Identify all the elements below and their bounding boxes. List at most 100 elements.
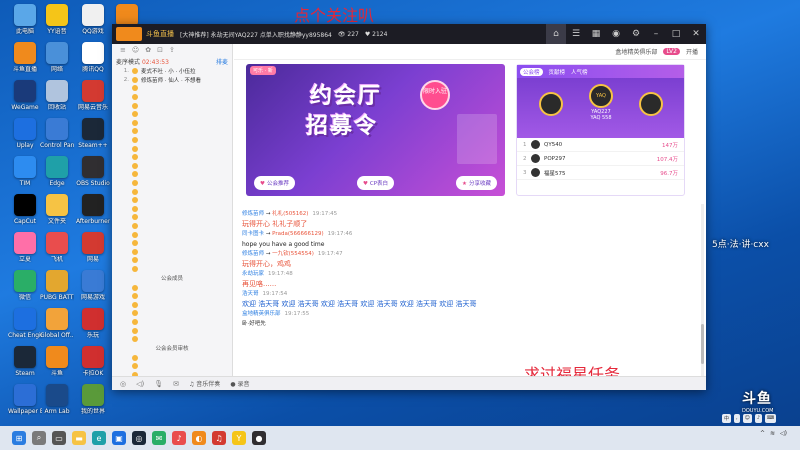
rank-tab[interactable]: 人气榜 (571, 68, 588, 76)
desktop-icon[interactable]: Control Panel (40, 118, 74, 149)
queue-item[interactable]: 1. 麦式不吐 · 小 · 小伍拉 (114, 67, 230, 76)
desktop-icon[interactable]: OBS Studio (76, 156, 110, 187)
desktop-icon[interactable]: QQ游戏 (76, 4, 110, 35)
chat-target-user[interactable]: Prada(566666129) (272, 231, 324, 237)
chat-target-user[interactable]: 礼礼(505162) (272, 211, 308, 217)
rank-tab[interactable]: 贡献榜 (549, 68, 566, 76)
start-icon[interactable]: ⊞ (12, 431, 26, 445)
desktop-icon[interactable]: Global Off... (40, 308, 74, 339)
rank-row[interactable]: 3 福星575 96.7万 (517, 166, 684, 180)
chat-user[interactable]: 同卡图卡 (242, 231, 264, 237)
desktop-icon[interactable]: PUBG BATTLEGR... (40, 270, 74, 301)
network-icon[interactable]: ≋ (770, 430, 775, 437)
music-button[interactable]: ♫ 音乐伴奏 (189, 379, 220, 388)
explorer-icon[interactable]: ▬ (72, 431, 86, 445)
home-icon[interactable]: ⌂ (546, 24, 566, 44)
queue-item[interactable] (114, 335, 230, 344)
banner-button[interactable]: ♥ CP表白 (356, 176, 395, 190)
minimize-icon[interactable]: – (646, 24, 666, 44)
queue-item[interactable] (114, 300, 230, 309)
desktop-icon[interactable]: 文件夹 (40, 194, 74, 225)
queue-item[interactable] (114, 239, 230, 248)
mic-icon[interactable]: 🎙 (154, 380, 163, 388)
desktop-icon[interactable]: Wallpaper Engine (8, 384, 42, 415)
desktop-icon[interactable]: 卡拉OK (76, 346, 110, 377)
ime-emoji-icon[interactable]: ☺ (742, 414, 752, 423)
queue-item[interactable] (114, 136, 230, 145)
gift-icon[interactable]: ✿ (145, 46, 151, 54)
scroll-thumb[interactable] (701, 324, 704, 364)
desktop-icon[interactable]: 我的世界 (76, 384, 110, 415)
chat-scrollbar[interactable] (701, 204, 704, 384)
desktop-icon[interactable]: YY语音 (40, 4, 74, 35)
desktop-icon[interactable]: Uplay (8, 118, 42, 149)
queue-item[interactable] (114, 309, 230, 318)
desktop-icon[interactable]: 回收站 (40, 80, 74, 111)
queue-item[interactable] (114, 222, 230, 231)
volume-icon[interactable]: ◁) (136, 380, 144, 388)
chat-user[interactable]: 修炼苗师 (242, 211, 264, 217)
rank-row[interactable]: 2 POP297 107.4万 (517, 152, 684, 166)
task-view-icon[interactable]: ▭ (52, 431, 66, 445)
edge-icon[interactable]: e (92, 431, 106, 445)
desktop-icon[interactable]: 斗鱼直播 (8, 42, 42, 73)
promo-banner[interactable]: 可乐 · 新 约会厅 招募令 限时入驻 ♥ 公会推荐 ♥ CP表白 ★ 分享收藏 (246, 64, 505, 196)
queue-item[interactable] (114, 247, 230, 256)
queue-item[interactable] (114, 230, 230, 239)
desktop-icon[interactable]: TIM (8, 156, 42, 187)
queue-item[interactable] (114, 292, 230, 301)
queue-item[interactable] (114, 144, 230, 153)
menu-icon[interactable]: ☰ (566, 24, 586, 44)
chat-user[interactable]: 永劫玩家 (242, 271, 264, 277)
podium-second[interactable] (531, 92, 571, 117)
queue-item[interactable] (114, 153, 230, 162)
yy-icon[interactable]: Y (232, 431, 246, 445)
tray-arrow-icon[interactable]: ^ (760, 430, 765, 437)
logo-icon[interactable]: ◎ (120, 380, 126, 388)
chat-target-user[interactable]: 一九钦(554554) (272, 251, 314, 257)
user-icon[interactable]: ☺ (132, 46, 139, 54)
desktop-icon[interactable]: 飞机 (40, 232, 74, 263)
queue-item[interactable] (114, 205, 230, 214)
settings-icon[interactable]: ⚙ (626, 24, 646, 44)
chat-user[interactable]: 修炼苗师 (242, 251, 264, 257)
queue-item[interactable] (114, 101, 230, 110)
queue-item[interactable] (114, 170, 230, 179)
steam-icon[interactable]: ◎ (132, 431, 146, 445)
banner-button[interactable]: ★ 分享收藏 (456, 176, 497, 190)
desktop-icon[interactable]: Edge (40, 156, 74, 187)
desktop-icon[interactable]: Cheat Engine (8, 308, 42, 339)
queue-item[interactable] (114, 110, 230, 119)
podium-first[interactable]: YAQ YAQ227 YAQ 558 (581, 84, 621, 121)
queue-item[interactable] (114, 256, 230, 265)
share-icon[interactable]: ⇪ (169, 46, 175, 54)
desktop-icon[interactable]: 乐玩 (76, 308, 110, 339)
ime-chinese-icon[interactable]: 中 (722, 414, 732, 423)
maximize-icon[interactable]: □ (666, 24, 686, 44)
live-action[interactable]: 开播 (686, 47, 698, 56)
banner-button[interactable]: ♥ 公会推荐 (254, 176, 295, 190)
queue-item[interactable] (114, 119, 230, 128)
desktop-icon[interactable]: Afterburner (76, 194, 110, 225)
queue-link[interactable]: 排麦 (216, 57, 228, 66)
queue-item[interactable] (114, 362, 230, 371)
desktop-icon[interactable]: CapCut (8, 194, 42, 225)
queue-item[interactable] (114, 187, 230, 196)
netease-icon[interactable]: ♪ (172, 431, 186, 445)
ime-punct-icon[interactable]: , (734, 414, 740, 423)
gamepad-icon[interactable]: ◉ (606, 24, 626, 44)
sound-icon[interactable]: ◁) (780, 430, 787, 437)
desktop-icon[interactable]: 斗鱼 (40, 346, 74, 377)
queue-item[interactable] (114, 196, 230, 205)
desktop-icon[interactable]: 网易 (76, 232, 110, 263)
queue-item[interactable] (114, 162, 230, 171)
queue-item[interactable] (114, 127, 230, 136)
wechat-icon[interactable]: ✉ (152, 431, 166, 445)
podium-third[interactable] (631, 92, 671, 117)
search-icon[interactable]: ⌕ (32, 431, 46, 445)
record-button[interactable]: ● 录音 (230, 379, 249, 388)
ime-keyboard-icon[interactable]: ⌨ (765, 414, 777, 423)
douyu-icon[interactable]: ◐ (192, 431, 206, 445)
queue-item[interactable] (114, 318, 230, 327)
close-icon[interactable]: ✕ (686, 24, 706, 44)
